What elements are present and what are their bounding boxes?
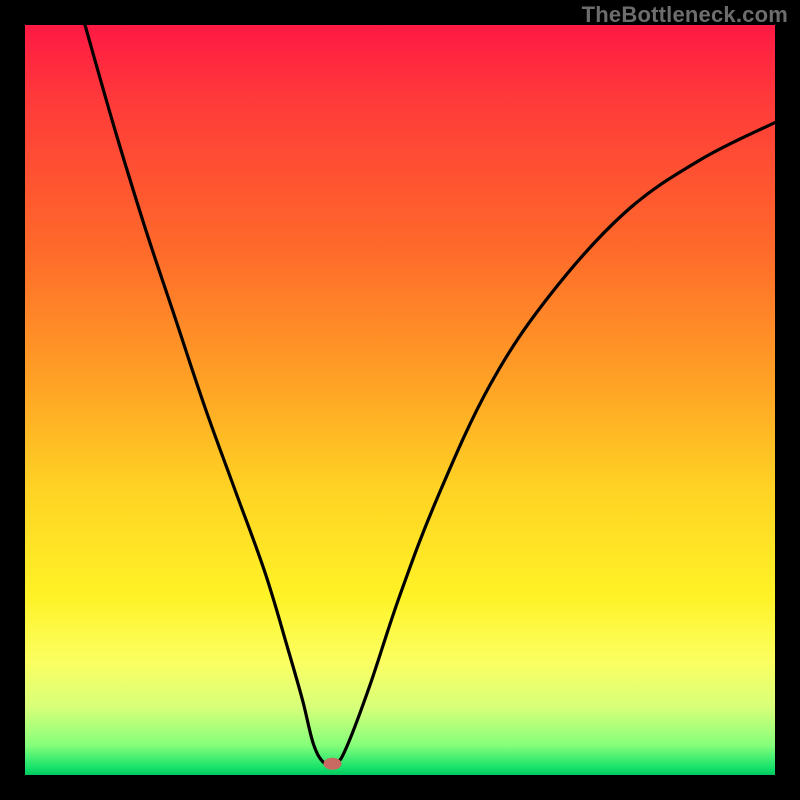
vertex-marker xyxy=(324,758,342,770)
chart-frame: TheBottleneck.com xyxy=(0,0,800,800)
curve-svg xyxy=(25,25,775,775)
plot-area xyxy=(25,25,775,775)
bottleneck-curve xyxy=(85,25,775,766)
